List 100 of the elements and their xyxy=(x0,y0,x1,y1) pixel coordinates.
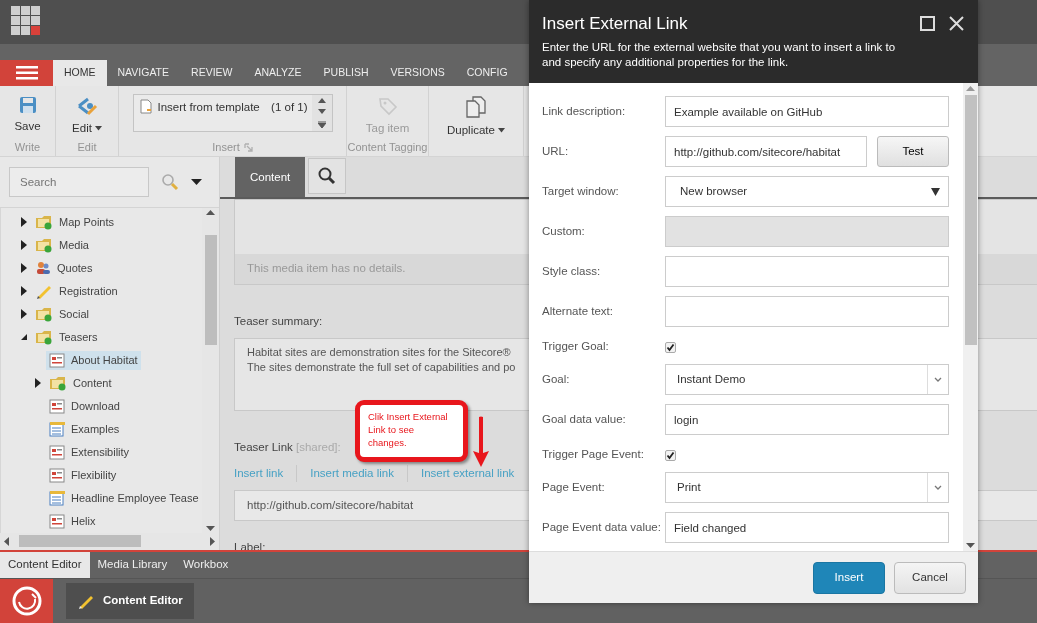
search-tab[interactable] xyxy=(308,158,347,194)
share-icon xyxy=(76,96,98,116)
ribbon-tab[interactable]: VERSIONS xyxy=(379,60,456,86)
tree-item[interactable]: Media xyxy=(32,236,92,255)
ribbon-button[interactable]: Duplicate xyxy=(443,96,509,140)
test-button[interactable]: Test xyxy=(877,136,949,167)
ribbon-tab[interactable]: CONFIG xyxy=(455,60,519,86)
text-field[interactable] xyxy=(665,296,949,327)
close-icon[interactable] xyxy=(949,16,964,31)
down-arrow-icon[interactable] xyxy=(206,525,215,531)
field-label: Custom: xyxy=(542,223,586,239)
folder-icon xyxy=(49,375,67,392)
tree-item[interactable]: Extensibility xyxy=(46,443,133,462)
tree-item[interactable]: Helix xyxy=(46,512,99,531)
expand-icon[interactable] xyxy=(317,120,326,128)
up-arrow-icon[interactable] xyxy=(317,98,326,104)
tree-item[interactable]: Examples xyxy=(46,420,123,439)
app-grid-icon[interactable] xyxy=(11,6,40,35)
field-label: Trigger Goal: xyxy=(542,339,610,355)
text-field[interactable]: http://github.com/sitecore/habitat xyxy=(665,136,867,167)
down-arrow-icon[interactable] xyxy=(317,109,326,115)
tag-icon xyxy=(377,96,398,116)
tree-item[interactable]: About Habitat xyxy=(46,351,141,370)
collapse-arrow-icon[interactable] xyxy=(21,332,27,343)
logo-icon[interactable] xyxy=(11,586,42,616)
up-arrow-icon[interactable] xyxy=(206,209,215,215)
caret-icon xyxy=(94,126,102,132)
tree-item[interactable]: Teasers xyxy=(32,328,101,347)
content-tab[interactable]: Content xyxy=(235,157,306,197)
scroll-thumb[interactable] xyxy=(964,95,977,345)
copy-icon xyxy=(466,96,486,118)
cancel-button[interactable]: Cancel xyxy=(894,561,966,594)
tree-item[interactable]: Registration xyxy=(32,281,121,302)
expand-arrow-icon[interactable] xyxy=(35,378,41,389)
group-label: Content Tagging xyxy=(347,139,428,155)
media-note: This media item has no details. xyxy=(247,261,406,277)
right-arrow-icon[interactable] xyxy=(210,536,215,546)
document-icon xyxy=(49,398,65,414)
expand-arrow-icon[interactable] xyxy=(21,286,27,297)
expand-arrow-icon[interactable] xyxy=(21,263,27,274)
tree-item[interactable]: Content xyxy=(46,374,115,393)
text-field[interactable]: login xyxy=(665,404,949,435)
expand-arrow-icon[interactable] xyxy=(21,240,27,251)
gallery-item[interactable]: Insert from template xyxy=(133,95,268,131)
bottom-tab[interactable]: Content Editor xyxy=(0,552,90,578)
field-label: Goal: xyxy=(542,371,571,387)
arrow-icon xyxy=(471,415,491,469)
caret-icon xyxy=(497,128,505,134)
text-field[interactable]: Field changed xyxy=(665,512,949,543)
select-field[interactable]: New browser xyxy=(665,176,949,207)
dropdown-icon[interactable] xyxy=(191,178,202,185)
expand-arrow-icon[interactable] xyxy=(21,309,27,320)
insert-button[interactable]: Insert xyxy=(813,561,885,594)
chevron-icon[interactable] xyxy=(934,485,942,490)
field-label: Trigger Page Event: xyxy=(542,447,645,463)
scroll-thumb[interactable] xyxy=(18,535,141,548)
taskbar-button[interactable]: Content Editor xyxy=(66,583,194,619)
scrollbar[interactable] xyxy=(963,83,978,551)
field-label: Page Event: xyxy=(542,479,606,495)
bottom-tab[interactable]: Media Library xyxy=(89,552,176,578)
bottom-tab[interactable]: Workbox xyxy=(175,552,237,578)
ribbon-button[interactable]: Save xyxy=(10,96,45,136)
ribbon-tab[interactable]: NAVIGATE xyxy=(106,60,181,86)
text-field[interactable] xyxy=(665,256,949,287)
combo-field[interactable]: Print xyxy=(665,472,949,503)
save-icon xyxy=(18,96,37,114)
combo-field[interactable]: Instant Demo xyxy=(665,364,949,395)
field-label: Page Event data value: xyxy=(542,519,662,535)
callout: Clik Insert External Link to see changes. xyxy=(355,400,468,462)
field-label: Teaser Link xyxy=(234,441,293,454)
menu-icon xyxy=(15,66,38,80)
ribbon-tab[interactable]: PUBLISH xyxy=(312,60,380,86)
tree-item[interactable]: Map Points xyxy=(32,213,118,232)
tree-item[interactable]: Social xyxy=(32,305,92,324)
ribbon-tab[interactable]: ANALYZE xyxy=(243,60,313,86)
list-icon xyxy=(49,421,65,438)
tree-item[interactable]: Flexibility xyxy=(46,466,120,485)
down-arrow-icon[interactable] xyxy=(966,543,975,548)
checkbox[interactable] xyxy=(665,449,676,461)
tree-item[interactable]: Headline Employee Tease xyxy=(46,489,202,508)
document-icon xyxy=(49,513,65,529)
search-field[interactable]: Search xyxy=(9,166,149,197)
menu-button[interactable] xyxy=(0,60,53,86)
checkbox[interactable] xyxy=(665,341,676,353)
maximize-icon[interactable] xyxy=(920,16,935,31)
scroll-thumb[interactable] xyxy=(204,235,217,346)
document-icon xyxy=(49,352,65,368)
gallery-scroll[interactable] xyxy=(311,95,332,131)
tree-item[interactable]: Quotes xyxy=(32,259,96,278)
ribbon-button[interactable]: Edit xyxy=(68,96,106,138)
tree-item[interactable]: Download xyxy=(46,397,123,416)
ribbon-tab[interactable]: REVIEW xyxy=(180,60,244,86)
text-field[interactable]: Example available on GitHub xyxy=(665,96,949,127)
chevron-icon[interactable] xyxy=(934,377,942,382)
dialog-description: Enter the URL for the external website that you want to insert a link to and specify any additional properties for the link. xyxy=(542,40,897,70)
ribbon-tab[interactable]: HOME xyxy=(53,60,107,86)
left-arrow-icon[interactable] xyxy=(4,536,9,546)
document-icon xyxy=(49,467,65,483)
expand-arrow-icon[interactable] xyxy=(21,217,27,228)
folder-icon xyxy=(35,306,53,323)
